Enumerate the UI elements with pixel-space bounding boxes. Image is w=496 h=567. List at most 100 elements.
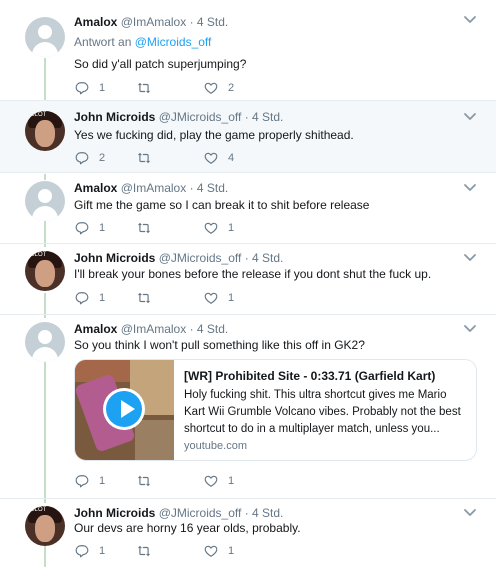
reply-icon	[75, 291, 89, 305]
retweet-button[interactable]	[137, 473, 161, 489]
display-name[interactable]: John Microids	[74, 251, 155, 265]
user-handle[interactable]: @JMicroids_off	[159, 110, 242, 124]
like-button[interactable]: 1	[204, 543, 234, 559]
retweet-button[interactable]	[137, 150, 161, 166]
display-name[interactable]: Amalox	[74, 15, 117, 29]
avatar[interactable]: TSLOT	[25, 111, 65, 151]
tweet[interactable]: TSLOT John Microids @JMicroids_off · 4 S…	[0, 101, 496, 173]
heart-icon	[204, 221, 218, 235]
play-icon[interactable]	[103, 388, 145, 430]
timestamp[interactable]: · 4 Std.	[245, 110, 284, 124]
retweet-button[interactable]	[137, 543, 161, 559]
avatar[interactable]	[25, 322, 65, 362]
tweet-text: I'll break your bones before the release…	[74, 267, 432, 281]
like-button[interactable]: 1	[204, 290, 234, 306]
user-handle[interactable]: @ImAmalox	[121, 181, 187, 195]
user-handle[interactable]: @JMicroids_off	[159, 251, 242, 265]
reply-icon	[75, 474, 89, 488]
like-count: 2	[228, 82, 235, 94]
retweet-icon	[137, 81, 151, 95]
reply-count: 1	[99, 292, 106, 304]
like-button[interactable]: 4	[204, 150, 234, 166]
user-handle[interactable]: @ImAmalox	[121, 322, 187, 336]
tweet[interactable]: Amalox @ImAmalox · 4 Std. Antwort an @Mi…	[0, 0, 496, 101]
reply-context: Antwort an @Microids_off	[74, 35, 211, 49]
like-button[interactable]: 1	[204, 473, 234, 489]
timestamp[interactable]: · 4 Std.	[245, 251, 284, 265]
heart-icon	[204, 474, 218, 488]
chevron-down-icon[interactable]	[463, 183, 477, 193]
tweet-text: Gift me the game so I can break it to sh…	[74, 198, 370, 212]
retweet-button[interactable]	[137, 220, 161, 236]
reply-to-mention[interactable]: @Microids_off	[135, 35, 212, 49]
display-name[interactable]: Amalox	[74, 181, 117, 195]
tweet-header: John Microids @JMicroids_off · 4 Std.	[74, 110, 283, 124]
card-domain: youtube.com	[184, 440, 247, 452]
reply-icon	[75, 544, 89, 558]
tweet-text: Our devs are horny 16 year olds, probabl…	[74, 521, 301, 535]
reply-to-label: Antwort an	[74, 35, 132, 49]
heart-icon	[204, 81, 218, 95]
like-count: 1	[228, 545, 235, 557]
reply-button[interactable]: 1	[75, 543, 105, 559]
chevron-down-icon[interactable]	[463, 508, 477, 518]
chevron-down-icon[interactable]	[463, 15, 477, 25]
timestamp[interactable]: · 4 Std.	[190, 181, 229, 195]
retweet-icon	[137, 474, 151, 488]
heart-icon	[204, 151, 218, 165]
reply-icon	[75, 81, 89, 95]
display-name[interactable]: John Microids	[74, 110, 155, 124]
reply-icon	[75, 221, 89, 235]
timestamp[interactable]: · 4 Std.	[190, 15, 229, 29]
reply-count: 1	[99, 222, 106, 234]
tweet-header: John Microids @JMicroids_off · 4 Std.	[74, 251, 283, 265]
like-count: 4	[228, 152, 235, 164]
reply-button[interactable]: 1	[75, 220, 105, 236]
display-name[interactable]: Amalox	[74, 322, 117, 336]
like-button[interactable]: 1	[204, 220, 234, 236]
avatar[interactable]: TSLOT	[25, 251, 65, 291]
card-title: [WR] Prohibited Site - 0:33.71 (Garfield…	[184, 369, 436, 383]
retweet-icon	[137, 151, 151, 165]
tweet[interactable]: Amalox @ImAmalox · 4 Std. So you think I…	[0, 315, 496, 499]
chevron-down-icon[interactable]	[463, 112, 477, 122]
tweet[interactable]: TSLOT John Microids @JMicroids_off · 4 S…	[0, 244, 496, 315]
card-description: Holy fucking shit. This ultra shortcut g…	[184, 389, 461, 435]
retweet-icon	[137, 544, 151, 558]
reply-count: 2	[99, 152, 106, 164]
user-handle[interactable]: @ImAmalox	[121, 15, 187, 29]
timestamp[interactable]: · 4 Std.	[190, 322, 229, 336]
tweet-text: So did y'all patch superjumping?	[74, 57, 247, 71]
tweet[interactable]: Amalox @ImAmalox · 4 Std. Gift me the ga…	[0, 173, 496, 244]
retweet-icon	[137, 291, 151, 305]
timestamp[interactable]: · 4 Std.	[245, 506, 284, 520]
avatar[interactable]	[25, 181, 65, 221]
reply-icon	[75, 151, 89, 165]
video-thumbnail[interactable]	[75, 360, 174, 460]
reply-button[interactable]: 1	[75, 473, 105, 489]
like-count: 1	[228, 222, 235, 234]
tweet-text: So you think I won't pull something like…	[74, 338, 365, 352]
tweet-text: Yes we fucking did, play the game proper…	[74, 128, 354, 142]
reply-count: 1	[99, 82, 106, 94]
chevron-down-icon[interactable]	[463, 324, 477, 334]
link-preview-card[interactable]: [WR] Prohibited Site - 0:33.71 (Garfield…	[74, 359, 477, 461]
chevron-down-icon[interactable]	[463, 253, 477, 263]
tweet[interactable]: TSLOT John Microids @JMicroids_off · 4 S…	[0, 499, 496, 567]
retweet-button[interactable]	[137, 80, 161, 96]
reply-button[interactable]: 1	[75, 290, 105, 306]
tweet-header: Amalox @ImAmalox · 4 Std.	[74, 181, 228, 195]
retweet-icon	[137, 221, 151, 235]
reply-count: 1	[99, 475, 106, 487]
display-name[interactable]: John Microids	[74, 506, 155, 520]
user-handle[interactable]: @JMicroids_off	[159, 506, 242, 520]
avatar[interactable]	[25, 17, 65, 57]
avatar[interactable]: TSLOT	[25, 506, 65, 546]
like-count: 1	[228, 475, 235, 487]
avatar-caption: TSLOT	[27, 507, 47, 513]
retweet-button[interactable]	[137, 290, 161, 306]
reply-button[interactable]: 1	[75, 80, 105, 96]
like-count: 1	[228, 292, 235, 304]
like-button[interactable]: 2	[204, 80, 234, 96]
reply-button[interactable]: 2	[75, 150, 105, 166]
